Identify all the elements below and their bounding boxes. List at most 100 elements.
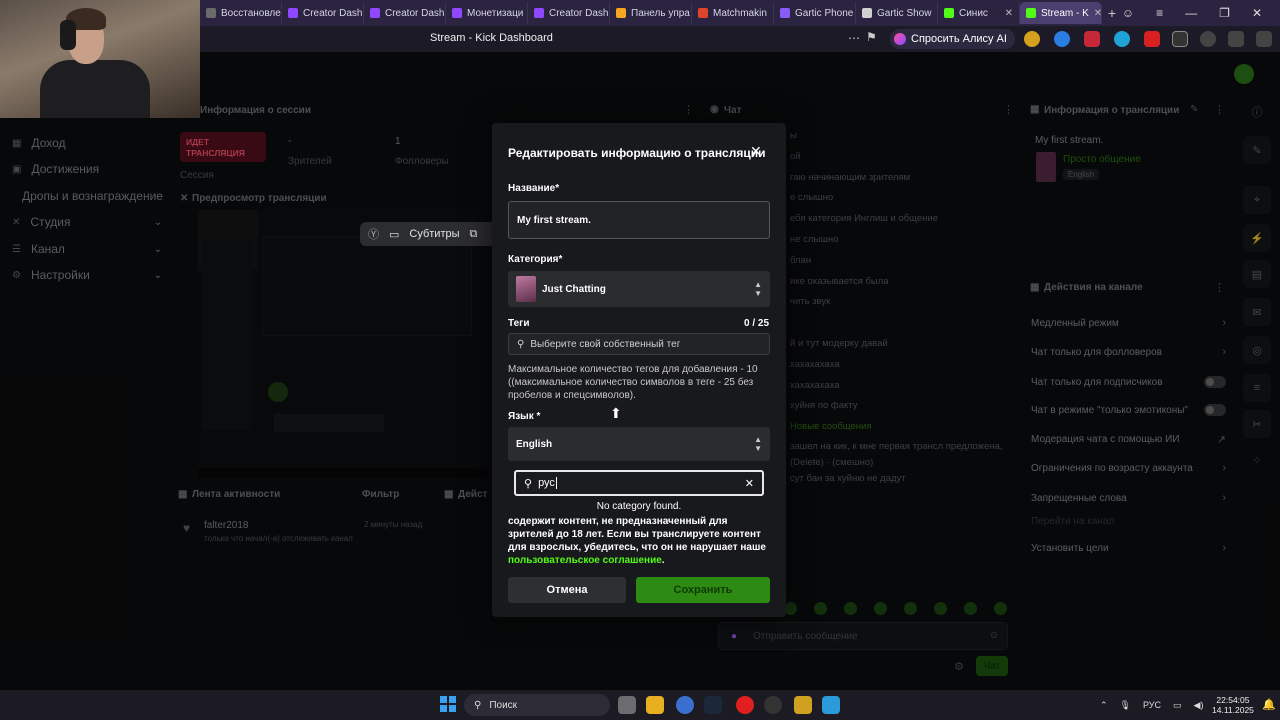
- browser-tab[interactable]: Gartic Show: [856, 2, 938, 24]
- close-icon[interactable]: ✕: [750, 143, 762, 160]
- chevron-up-icon[interactable]: ⌃: [1100, 700, 1108, 711]
- browser-tab[interactable]: Gartic Phone: [774, 2, 856, 24]
- bookmark-icon[interactable]: ⚑: [866, 30, 877, 44]
- browser-tab[interactable]: Matchmakin: [692, 2, 774, 24]
- notification-icon[interactable]: 🔔: [1262, 698, 1276, 711]
- browser-tab[interactable]: Панель упра: [610, 2, 692, 24]
- extension-icon[interactable]: [1228, 31, 1244, 47]
- category-thumbnail: [516, 276, 536, 302]
- tab-label: Монетизаци: [467, 7, 524, 19]
- steam-icon[interactable]: [704, 696, 722, 714]
- app-icon[interactable]: [676, 696, 694, 714]
- subtitles-button[interactable]: Субтитры: [409, 228, 459, 240]
- tags-input[interactable]: ⚲ Выберите свой собственный тег: [508, 333, 770, 355]
- user-agreement-link[interactable]: пользовательское соглашение: [508, 555, 662, 566]
- tags-count: 0 / 25: [744, 318, 770, 329]
- browser-tab[interactable]: Восстановле: [200, 2, 282, 24]
- task-view-icon[interactable]: [618, 696, 636, 714]
- extension-icon[interactable]: [1084, 31, 1100, 47]
- extension-icon[interactable]: [1172, 31, 1188, 47]
- telegram-icon[interactable]: [822, 696, 840, 714]
- tab-label: Creator Dash: [385, 7, 445, 19]
- menu-icon[interactable]: ≡: [1156, 6, 1163, 20]
- network-icon[interactable]: ▭: [1173, 700, 1182, 711]
- profile-icon[interactable]: ☺: [1122, 6, 1134, 20]
- clear-icon[interactable]: ✕: [745, 477, 754, 490]
- language-select[interactable]: English ▲ ▼: [508, 427, 770, 461]
- mic-icon[interactable]: 🎙: [1120, 700, 1131, 711]
- tab-close-icon[interactable]: ✕: [1094, 8, 1101, 19]
- yandex-browser-icon[interactable]: [736, 696, 754, 714]
- window-controls: ☺ ≡ — ❐ ✕: [1122, 6, 1280, 20]
- tab-label: Синис: [959, 7, 988, 19]
- download-icon[interactable]: [1256, 31, 1272, 47]
- maximize-button[interactable]: ❐: [1219, 6, 1230, 20]
- tab-favicon-icon: [1026, 8, 1036, 18]
- search-icon: ⚲: [474, 699, 482, 711]
- save-button[interactable]: Сохранить: [636, 577, 770, 603]
- clock[interactable]: 22:54:05 14.11.2025: [1212, 695, 1254, 715]
- search-icon: ⚲: [517, 338, 525, 350]
- more-icon[interactable]: ⋯: [848, 31, 860, 45]
- browser-tab[interactable]: Монетизаци: [446, 2, 528, 24]
- screen: Восстановле Creator Dash Creator Dash Монет…: [0, 0, 1280, 720]
- extension-icon[interactable]: [1024, 31, 1040, 47]
- discord-icon[interactable]: [764, 696, 782, 714]
- page-title: Stream - Kick Dashboard: [430, 32, 553, 44]
- tab-favicon-icon: [288, 8, 298, 18]
- tab-favicon-icon: [206, 8, 216, 18]
- stream-preview: [198, 210, 488, 478]
- extension-icon[interactable]: [1144, 31, 1160, 47]
- browser-tab[interactable]: Stream - K ✕: [1020, 2, 1102, 24]
- extension-icon[interactable]: [1054, 31, 1070, 47]
- tab-favicon-icon: [944, 8, 954, 18]
- pip-icon[interactable]: ⧉: [470, 228, 478, 241]
- tab-favicon-icon: [862, 8, 872, 18]
- alice-button[interactable]: Спросить Алису AI: [890, 29, 1015, 49]
- browser-tab[interactable]: Creator Dash: [528, 2, 610, 24]
- mouse-cursor-icon: ⬆: [610, 405, 622, 421]
- no-results-message: No category found.: [596, 501, 682, 512]
- close-window-button[interactable]: ✕: [1252, 6, 1262, 20]
- extension-icon[interactable]: [1114, 31, 1130, 47]
- modal-title: Редактировать информацию о трансляции: [508, 146, 766, 160]
- language-search-input[interactable]: ⚲ рус ✕: [514, 470, 764, 496]
- name-field[interactable]: My first stream.: [508, 201, 770, 239]
- taskbar: ⚲ Поиск ⌃ 🎙 РУС ▭ ◀) 22:54:05 14.11.2025 🔔: [0, 690, 1280, 720]
- language-indicator[interactable]: РУС: [1143, 700, 1161, 710]
- category-select[interactable]: Just Chatting ▲ ▼: [508, 271, 770, 307]
- tab-label: Панель упра: [631, 7, 690, 19]
- cancel-button[interactable]: Отмена: [508, 577, 626, 603]
- tab-label: Gartic Show: [877, 7, 932, 19]
- tab-label: Matchmakin: [713, 7, 767, 19]
- tab-close-icon[interactable]: ✕: [1005, 8, 1013, 19]
- browser-tab[interactable]: Creator Dash: [282, 2, 364, 24]
- tab-favicon-icon: [698, 8, 708, 18]
- extension-icon[interactable]: [1200, 31, 1216, 47]
- app-icon[interactable]: [794, 696, 812, 714]
- windows-start-icon[interactable]: [440, 696, 456, 712]
- alice-button-label: Спросить Алису AI: [911, 33, 1007, 45]
- tab-label: Восстановле: [221, 7, 281, 19]
- yandex-icon[interactable]: Ⓨ: [368, 226, 379, 242]
- folder-icon[interactable]: [646, 696, 664, 714]
- tab-label: Creator Dash: [549, 7, 609, 19]
- tab-label: Creator Dash: [303, 7, 363, 19]
- browser-tab[interactable]: Синис ✕: [938, 2, 1020, 24]
- tab-label: Gartic Phone: [795, 7, 854, 19]
- text-cursor: [555, 477, 557, 489]
- system-tray: ⌃ 🎙 РУС ▭ ◀): [1100, 690, 1203, 720]
- taskbar-search[interactable]: ⚲ Поиск: [464, 694, 610, 716]
- name-label: Название*: [508, 183, 560, 194]
- headphones-icon: [60, 20, 76, 50]
- minimize-button[interactable]: —: [1185, 6, 1197, 20]
- name-field-value: My first stream.: [517, 214, 591, 226]
- browser-tab[interactable]: Creator Dash: [364, 2, 446, 24]
- volume-icon[interactable]: ◀): [1194, 700, 1204, 711]
- new-tab-button[interactable]: +: [1102, 5, 1122, 21]
- tab-favicon-icon: [370, 8, 380, 18]
- tags-label: Теги: [508, 318, 530, 329]
- clock-time: 22:54:05: [1216, 695, 1250, 705]
- tags-help: Максимальное количество тегов для добавл…: [508, 364, 758, 401]
- language-search-value: рус: [538, 477, 555, 489]
